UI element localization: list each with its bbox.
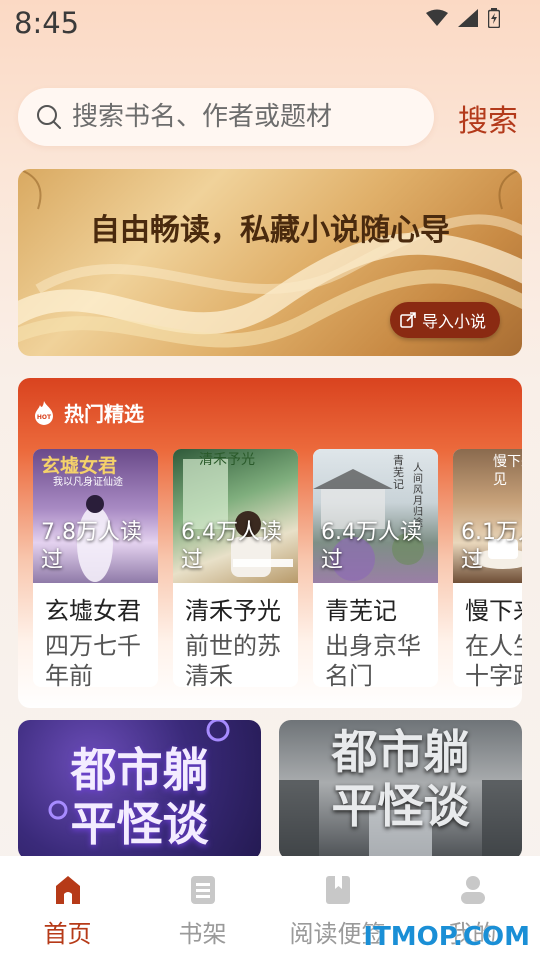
home-icon [55, 876, 80, 904]
book-title: 清禾予光 [185, 597, 281, 625]
book-reader-count: 6.1万人读过 [461, 520, 522, 573]
hot-picks-header: HOT 热门精选 [32, 398, 144, 427]
book-reader-count: 6.4万人读过 [181, 520, 282, 573]
cover-subtitle-text: 我以凡身证仙途 [53, 477, 123, 488]
promo-title-line2: 平怪谈 [70, 797, 209, 851]
import-novel-label: 导入小说 [421, 312, 486, 331]
cover-title-text: 慢下来遇见 [493, 454, 522, 488]
hot-flame-icon: HOT [35, 400, 53, 425]
profile-icon [460, 876, 485, 904]
cover-title-text: 青芜记 [393, 454, 404, 491]
hot-badge-text: HOT [37, 414, 52, 421]
status-bar: 8:45 [0, 0, 540, 48]
book-cover: 慢下来遇见 6.1万人读过 [453, 449, 522, 583]
signal-icon [458, 9, 478, 27]
hot-picks-section: HOT 热门精选 玄墟女君 我以凡身证仙途 7.8万人读过 玄墟女君 四万七千年… [18, 378, 522, 708]
book-card[interactable]: 慢下来遇见 6.1万人读过 慢下来 在人生的十字路口 [453, 449, 522, 687]
book-reader-count: 6.4万人读过 [321, 520, 422, 573]
book-card[interactable]: 玄墟女君 我以凡身证仙途 7.8万人读过 玄墟女君 四万七千年前 [33, 449, 158, 687]
search-input[interactable] [72, 102, 412, 132]
import-banner[interactable]: 自由畅读，私藏小说随心导 导入小说 [18, 169, 522, 356]
book-title: 青芜记 [325, 597, 397, 625]
book-cover: 清禾予光 6.4万人读过 [173, 449, 298, 583]
status-icons [426, 8, 500, 28]
book-reader-count: 7.8万人读过 [41, 520, 142, 573]
promo-card[interactable]: 都市躺 平怪谈 [18, 720, 261, 860]
tab-bookshelf-label: 书架 [178, 920, 227, 948]
search-button[interactable]: 搜索 [458, 96, 518, 140]
book-title: 慢下来 [465, 597, 522, 625]
import-novel-button[interactable]: 导入小说 [389, 302, 500, 338]
tab-home[interactable]: 首页 [0, 856, 135, 960]
book-description: 在人生的十字路口 [465, 632, 522, 687]
book-cover: 青芜记 人间风月归途 6.4万人读过 [313, 449, 438, 583]
banner-headline: 自由畅读，私藏小说随心导 [90, 213, 450, 248]
status-time: 8:45 [14, 6, 80, 40]
hot-picks-title: 热门精选 [64, 402, 144, 426]
watermark: ITMOP.COM [363, 922, 530, 952]
promo-title-line2: 平怪谈 [331, 779, 470, 833]
hot-book-list[interactable]: 玄墟女君 我以凡身证仙途 7.8万人读过 玄墟女君 四万七千年前 清禾予光 6.… [33, 449, 522, 687]
tab-home-label: 首页 [43, 920, 92, 948]
search-icon [37, 105, 61, 129]
book-card[interactable]: 清禾予光 6.4万人读过 清禾予光 前世的苏清禾 [173, 449, 298, 687]
wifi-icon [426, 9, 448, 26]
cover-title-text: 清禾予光 [199, 452, 255, 468]
bookshelf-icon [190, 876, 215, 904]
book-description: 四万七千年前 [45, 632, 141, 687]
book-cover: 玄墟女君 我以凡身证仙途 7.8万人读过 [33, 449, 158, 583]
tab-bookshelf[interactable]: 书架 [135, 856, 270, 960]
book-title: 玄墟女君 [45, 597, 141, 625]
search-bar[interactable] [18, 88, 434, 146]
bookmark-icon [325, 876, 350, 904]
promo-card[interactable]: 都市躺 平怪谈 [279, 720, 522, 860]
book-description: 出身京华名门 [325, 632, 421, 687]
book-description: 前世的苏清禾 [185, 632, 281, 687]
book-card[interactable]: 青芜记 人间风月归途 6.4万人读过 青芜记 出身京华名门 [313, 449, 438, 687]
battery-icon [488, 8, 500, 28]
import-icon [400, 312, 416, 328]
